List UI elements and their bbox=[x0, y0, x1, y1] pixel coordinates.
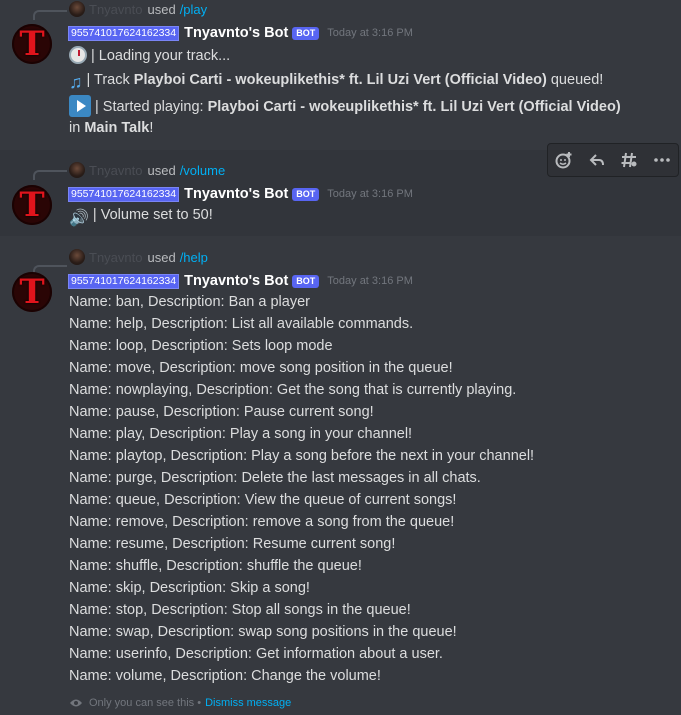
queued-suffix: queued! bbox=[546, 72, 604, 88]
eye-icon bbox=[69, 695, 83, 711]
command-entry: Name: swap, Description: swap song posit… bbox=[69, 624, 457, 640]
ephemeral-notice: Only you can see this • Dismiss message bbox=[69, 695, 291, 711]
bot-badge: BOT bbox=[292, 26, 320, 40]
reply-icon[interactable] bbox=[585, 148, 609, 172]
command-entry: Name: nowplaying, Description: Get the s… bbox=[69, 382, 517, 398]
message-header: 955741017624162334 Tnyavnto's Bot BOT To… bbox=[67, 25, 413, 41]
command-entry: Name: remove, Description: remove a song… bbox=[69, 514, 455, 530]
command-entry: Name: volume, Description: Change the vo… bbox=[69, 668, 381, 684]
ephemeral-note: Only you can see this • bbox=[89, 697, 202, 709]
command-entry: Name: userinfo, Description: Get informa… bbox=[69, 646, 443, 662]
speaker-icon: 🔊 bbox=[69, 210, 89, 227]
reply-username[interactable]: Tnyavnto bbox=[89, 250, 142, 265]
user-id-highlight: 955741017624162334 bbox=[67, 186, 180, 202]
bot-badge: BOT bbox=[292, 187, 320, 201]
command-entry: Name: pause, Description: Pause current … bbox=[69, 404, 374, 420]
create-thread-icon[interactable] bbox=[617, 148, 641, 172]
music-notes-icon: ♫ bbox=[69, 72, 83, 92]
queued-track-title: Playboi Carti - wokeuplikethis* ft. Lil … bbox=[133, 72, 547, 88]
command-entry: Name: play, Description: Play a song in … bbox=[69, 426, 413, 442]
play-button-icon bbox=[69, 95, 91, 117]
add-reaction-icon[interactable] bbox=[552, 148, 576, 172]
command-entry: Name: help, Description: List all availa… bbox=[69, 316, 414, 332]
reply-used-label: used bbox=[147, 1, 176, 17]
started-prefix: | Started playing: bbox=[95, 99, 208, 115]
queued-line: ♫ | Track Playboi Carti - wokeuplikethis*… bbox=[69, 69, 603, 91]
reply-username[interactable]: Tnyavnto bbox=[89, 2, 142, 17]
command-entry: Name: ban, Description: Ban a player bbox=[69, 294, 310, 310]
reply-command-link[interactable]: /help bbox=[180, 250, 208, 265]
avatar-t-logo: T bbox=[19, 185, 45, 225]
reply-username[interactable]: Tnyavnto bbox=[89, 163, 142, 178]
loading-line: | Loading your track... bbox=[69, 45, 230, 67]
user-mini-avatar[interactable] bbox=[69, 162, 85, 178]
bot-username[interactable]: Tnyavnto's Bot bbox=[184, 186, 288, 202]
user-mini-avatar[interactable] bbox=[69, 249, 85, 265]
volume-line: 🔊 | Volume set to 50! bbox=[69, 204, 213, 227]
command-entry: Name: skip, Description: Skip a song! bbox=[69, 580, 310, 596]
message-header: 955741017624162334 Tnyavnto's Bot BOT To… bbox=[67, 273, 413, 289]
user-id-highlight: 955741017624162334 bbox=[67, 25, 180, 41]
volume-text: | Volume set to 50! bbox=[92, 207, 213, 223]
bot-avatar[interactable]: T bbox=[12, 185, 52, 225]
started-track-title: Playboi Carti - wokeuplikethis* ft. Lil … bbox=[207, 99, 621, 115]
reply-spine bbox=[33, 10, 67, 20]
avatar-t-logo: T bbox=[19, 24, 45, 64]
queued-prefix: | Track bbox=[86, 72, 134, 88]
command-entry: Name: purge, Description: Delete the las… bbox=[69, 470, 481, 486]
in-prefix: in bbox=[69, 120, 85, 136]
avatar-t-logo: T bbox=[19, 272, 45, 312]
message-timestamp[interactable]: Today at 3:16 PM bbox=[327, 275, 413, 287]
command-entry: Name: queue, Description: View the queue… bbox=[69, 492, 457, 508]
channel-name: Main Talk bbox=[84, 120, 150, 136]
reply-context[interactable]: Tnyavnto used /volume bbox=[69, 162, 225, 178]
stopwatch-icon bbox=[69, 46, 87, 64]
reply-context[interactable]: Tnyavnto used /play bbox=[69, 1, 207, 17]
user-id-highlight: 955741017624162334 bbox=[67, 273, 180, 289]
started-line: | Started playing: Playboi Carti - wokeu… bbox=[69, 95, 621, 118]
loading-text: | Loading your track... bbox=[91, 48, 231, 64]
user-mini-avatar[interactable] bbox=[69, 1, 85, 17]
channel-line: in Main Talk! bbox=[69, 117, 153, 139]
command-entry: Name: resume, Description: Resume curren… bbox=[69, 536, 396, 552]
bot-badge: BOT bbox=[292, 274, 320, 288]
reply-command-link[interactable]: /play bbox=[180, 2, 207, 17]
dismiss-message-link[interactable]: Dismiss message bbox=[205, 697, 291, 709]
command-entry: Name: shuffle, Description: shuffle the … bbox=[69, 558, 362, 574]
command-entry: Name: playtop, Description: Play a song … bbox=[69, 448, 535, 464]
reply-context[interactable]: Tnyavnto used /help bbox=[69, 249, 208, 265]
bot-username[interactable]: Tnyavnto's Bot bbox=[184, 273, 288, 289]
message-timestamp[interactable]: Today at 3:16 PM bbox=[327, 27, 413, 39]
bot-avatar[interactable]: T bbox=[12, 24, 52, 64]
reply-command-link[interactable]: /volume bbox=[180, 163, 226, 178]
command-entry: Name: loop, Description: Sets loop mode bbox=[69, 338, 333, 354]
message-play: Tnyavnto used /play T 955741017624162334… bbox=[0, 0, 681, 150]
in-suffix: ! bbox=[149, 120, 154, 136]
message-header: 955741017624162334 Tnyavnto's Bot BOT To… bbox=[67, 186, 413, 202]
reply-used-label: used bbox=[147, 249, 176, 265]
bot-username[interactable]: Tnyavnto's Bot bbox=[184, 25, 288, 41]
command-entry: Name: move, Description: move song posit… bbox=[69, 360, 453, 376]
more-icon[interactable] bbox=[650, 148, 674, 172]
bot-avatar[interactable]: T bbox=[12, 272, 52, 312]
reply-used-label: used bbox=[147, 162, 176, 178]
reply-spine bbox=[33, 170, 67, 180]
command-entry: Name: stop, Description: Stop all songs … bbox=[69, 602, 411, 618]
message-actions-bar bbox=[547, 143, 679, 177]
message-timestamp[interactable]: Today at 3:16 PM bbox=[327, 188, 413, 200]
message-help: Tnyavnto used /help T 955741017624162334… bbox=[0, 236, 681, 715]
